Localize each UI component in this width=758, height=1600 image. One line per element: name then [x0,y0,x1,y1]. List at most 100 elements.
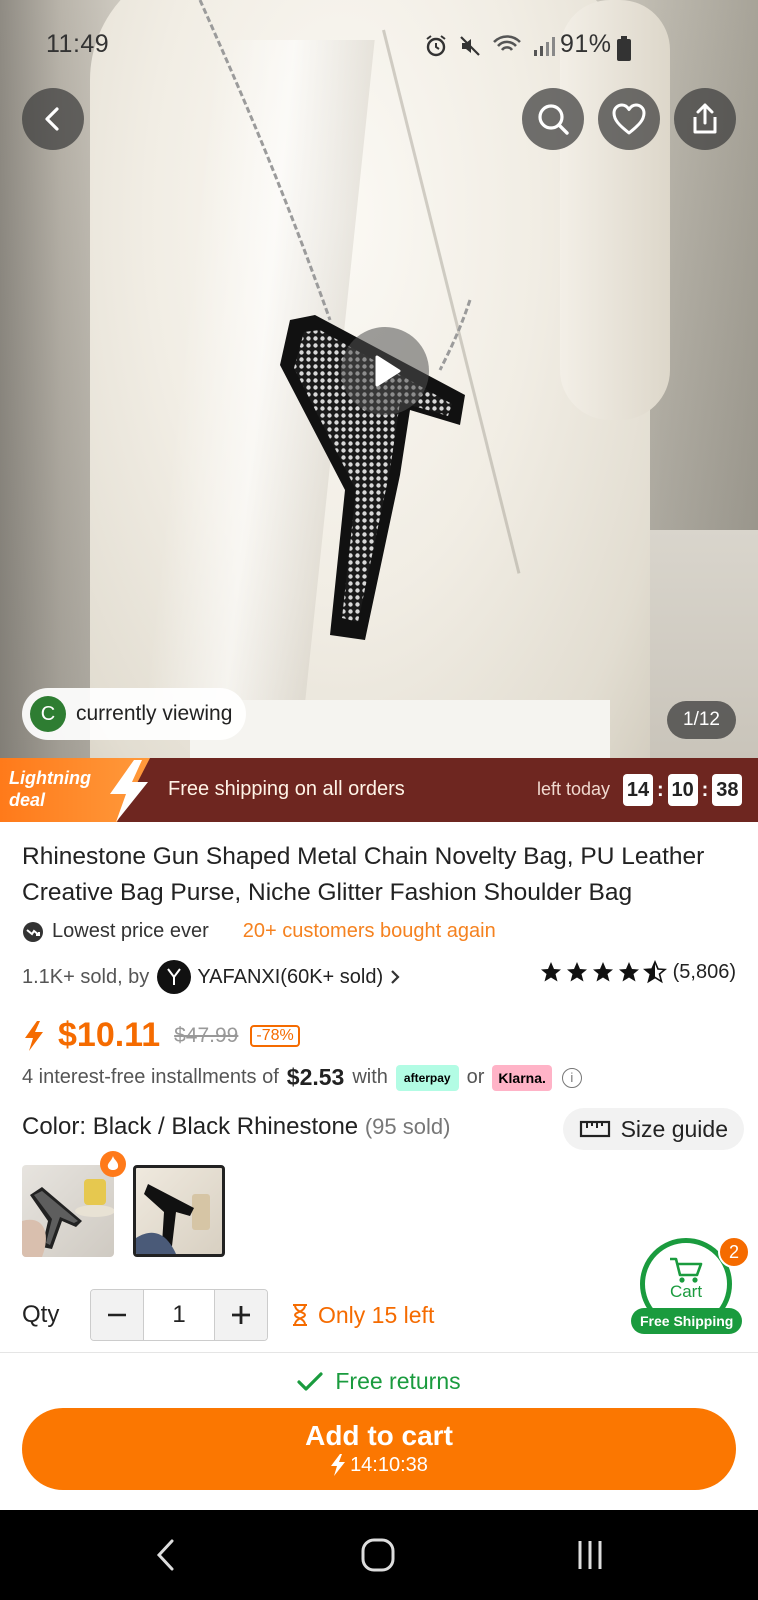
installment-amount: $2.53 [286,1064,345,1090]
nav-back-button[interactable] [136,1532,196,1578]
chevron-left-icon [156,1539,174,1571]
status-battery-text: 91% [560,30,612,58]
free-shipping-text: Free shipping on all orders [168,778,405,800]
mute-icon [460,36,480,56]
heart-icon [612,103,646,135]
decrease-qty-button[interactable] [91,1290,143,1340]
size-guide-button[interactable]: Size guide [562,1108,744,1150]
system-navigation-bar [0,1510,758,1600]
nav-recents-button[interactable] [560,1532,620,1578]
installments-row: 4 interest-free installments of $2.53 wi… [22,1064,582,1091]
cart-icon [670,1257,703,1283]
viewer-avatar: C [30,696,66,732]
add-to-cart-timer: 14:10:38 [330,1452,428,1478]
search-icon [538,104,569,135]
installments-text: 4 interest-free installments of [22,1066,279,1088]
rating-stars [539,960,667,984]
wishlist-button[interactable] [598,88,660,150]
star-icon [540,962,561,982]
size-guide-label: Size guide [620,1115,728,1142]
color-sold-count: (95 sold) [364,1114,451,1139]
nav-home-button[interactable] [348,1532,408,1578]
color-option-thumbnail-2-selected[interactable] [133,1165,225,1257]
color-selector-label: Color: Black / Black Rhinestone (95 sold… [22,1113,450,1141]
rating-count: (5,806) [672,960,736,983]
star-half-icon [642,960,667,984]
store-link[interactable]: YAFANXI(60K+ sold) [197,966,383,989]
star-icon [566,962,587,982]
star-icon [592,962,613,982]
left-today-text: left today [537,779,611,799]
store-logo[interactable] [157,960,192,994]
free-returns-row: Free returns [0,1368,758,1395]
lightning-deal-label: Lightning deal [9,767,109,811]
store-logo-mark [167,968,182,985]
status-icons [424,34,556,58]
floating-cart-button[interactable]: Cart 2 Free Shipping [631,1236,758,1336]
lightning-icon [331,1454,346,1476]
deal-countdown: 14 : 10 : 38 [623,774,743,806]
hourglass-icon [293,1304,307,1326]
share-button[interactable] [674,88,736,150]
wifi-icon [493,35,521,51]
add-to-cart-label: Add to cart [305,1420,453,1451]
share-icon [693,103,717,134]
sold-and-store-row: 1.1K+ sold, by YAFANXI(60K+ sold) (5,806… [22,960,736,994]
free-returns-text: Free returns [335,1368,461,1394]
sold-count: 1.1K+ sold, by [22,965,150,988]
lightning-bolt-icon [110,760,148,822]
back-button[interactable] [22,88,84,150]
add-to-cart-button[interactable]: Add to cart 14:10:38 [22,1408,736,1490]
hot-flame-badge [100,1151,126,1177]
status-time: 11:49 [46,30,110,58]
quantity-stepper: 1 [90,1289,268,1341]
add-to-cart-timer-text: 14:10:38 [350,1454,428,1476]
lowest-price-text: Lowest price ever [52,920,209,942]
quantity-value[interactable]: 1 [143,1290,215,1340]
color-option-thumbnail-1[interactable] [22,1165,114,1257]
plus-icon [232,1306,250,1324]
info-icon[interactable]: i [561,1067,582,1088]
play-video-button[interactable] [341,327,429,415]
ruler-icon [579,1120,610,1138]
cart-free-shipping-badge: Free Shipping [631,1308,743,1334]
currently-viewing-text: currently viewing [76,702,233,725]
home-icon [361,1538,395,1572]
battery-icon [617,36,631,61]
stock-warning: Only 15 left [290,1302,434,1329]
product-image-carousel[interactable]: 11:49 91% C currently viewing 1/12 [0,0,758,758]
product-badges: Lowest price ever 20+ customers bought a… [22,920,496,943]
play-icon [375,355,401,387]
cart-label: Cart [669,1282,703,1301]
divider [0,1352,758,1353]
afterpay-logo[interactable]: afterpay [395,1064,459,1091]
countdown-seconds: 38 [712,774,743,806]
original-price: $47.99 [174,1023,239,1047]
checkmark-icon [297,1371,323,1391]
lightning-deal-line1: Lightning [9,768,91,788]
price-row: $10.11 $47.99 -78% [22,1016,300,1055]
qty-label: Qty [22,1301,60,1328]
minus-icon [108,1313,126,1317]
klarna-logo[interactable]: Klarna. [492,1064,552,1091]
price-trend-icon [23,921,43,942]
current-price: $10.11 [58,1016,161,1054]
image-page-counter: 1/12 [667,701,736,739]
rating-summary[interactable]: (5,806) [539,960,736,984]
lowest-price-badge: Lowest price ever [22,920,209,943]
currently-viewing-pill: C currently viewing [22,688,247,740]
recents-icon [578,1541,602,1569]
alarm-icon [426,35,446,57]
installments-or-text: or [466,1066,485,1088]
product-title: Rhinestone Gun Shaped Metal Chain Novelt… [22,843,705,906]
cart-count-badge: 2 [718,1236,750,1268]
flame-icon [107,1156,119,1170]
discount-badge: -78% [250,1024,300,1047]
countdown-hours: 14 [623,774,653,806]
search-button[interactable] [522,88,584,150]
lightning-deal-line2: deal [9,790,46,810]
star-icon [618,962,639,982]
lightning-icon [25,1020,43,1051]
increase-qty-button[interactable] [215,1290,267,1340]
thumbnail-image [136,1184,210,1254]
